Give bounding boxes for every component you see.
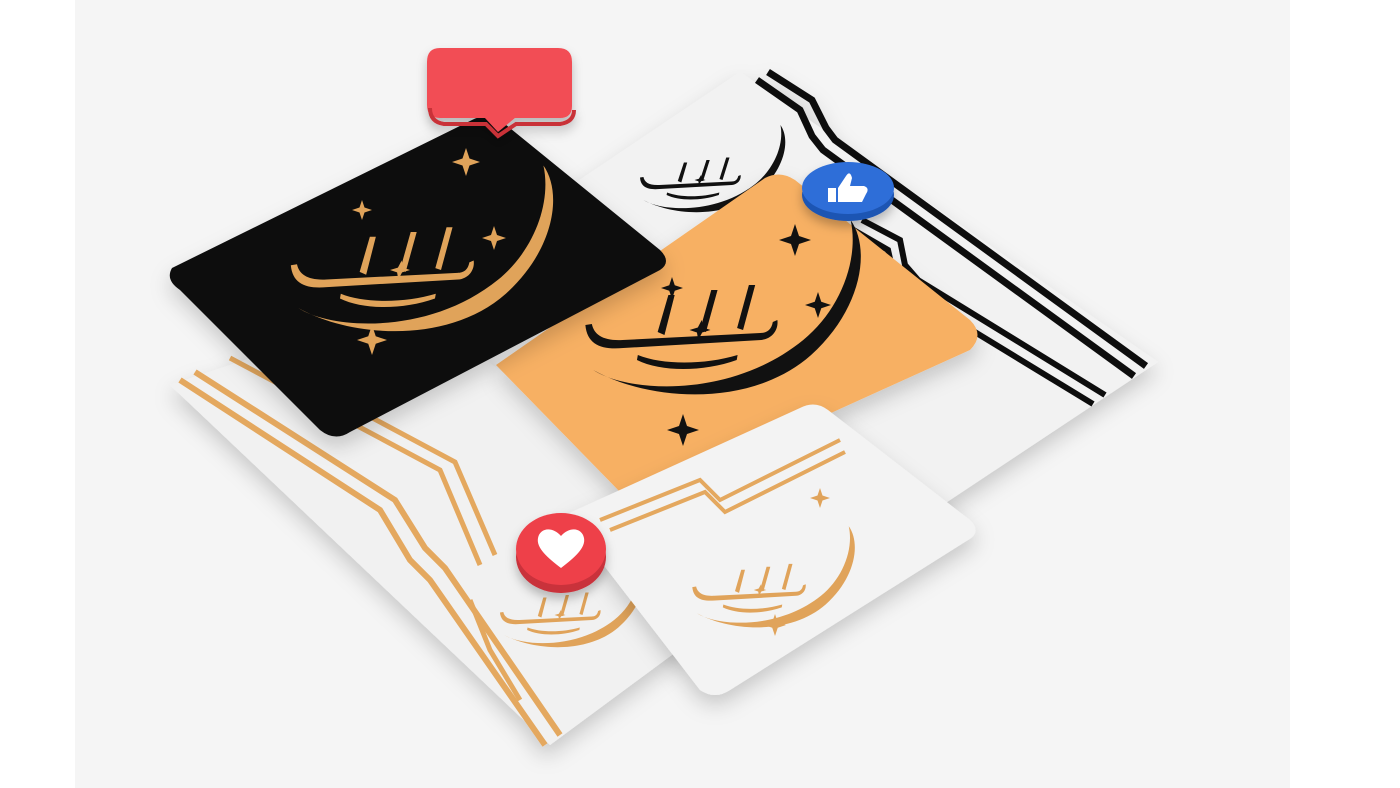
heart-icon — [516, 513, 606, 593]
thumbs-up-icon — [802, 162, 894, 221]
mockup-scene — [0, 0, 1400, 788]
speech-bubble-icon — [427, 48, 576, 139]
cards-illustration — [75, 0, 1290, 788]
